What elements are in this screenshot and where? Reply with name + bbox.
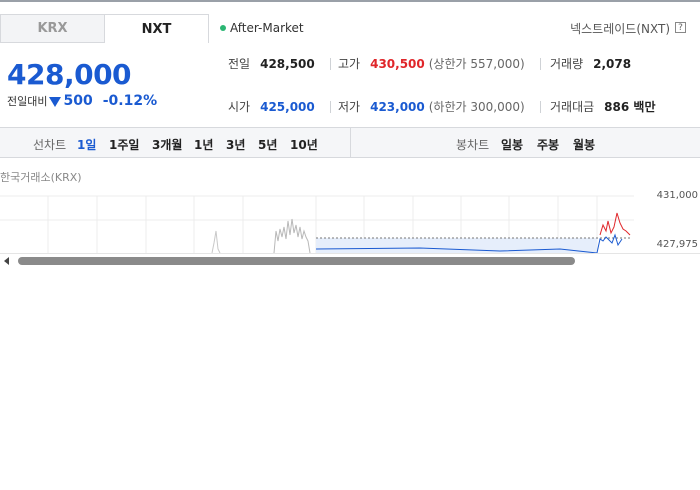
period-5y[interactable]: 5년 (258, 136, 277, 153)
period-3m[interactable]: 3개월 (152, 136, 182, 153)
stock-quote-widget: KRX NXT After-Market 넥스트레이드(NXT) ? 428,0… (0, 2, 700, 268)
help-icon[interactable]: ? (675, 22, 686, 33)
divider (540, 58, 541, 70)
stat-volume: 거래량 2,078 (550, 55, 631, 72)
stat-value: 428,500 (260, 57, 315, 71)
down-triangle-icon (49, 96, 62, 107)
stat-open: 시가 425,000 (228, 98, 315, 115)
divider (330, 101, 331, 113)
market-status-label: After-Market (230, 21, 304, 35)
divider (540, 101, 541, 113)
stat-label: 거래량 (550, 57, 584, 71)
period-1w[interactable]: 1주일 (109, 136, 139, 153)
stat-label: 거래대금 (550, 100, 595, 114)
tab-nxt[interactable]: NXT (104, 14, 209, 43)
pre-market-line (211, 230, 221, 253)
stat-value: 430,500 (370, 57, 425, 71)
lower-limit: (하한가 300,000) (428, 100, 525, 114)
divider (330, 58, 331, 70)
upper-limit: (상한가 557,000) (428, 57, 525, 71)
stat-value: 423,000 (370, 100, 425, 114)
divider (350, 128, 351, 157)
stat-prev-close: 전일 428,500 (228, 55, 315, 72)
scroll-left-arrow-icon[interactable] (4, 257, 9, 265)
candle-chart-label: 봉차트 (456, 138, 490, 152)
stat-label: 전일 (228, 57, 251, 71)
stat-label: 시가 (228, 100, 251, 114)
chart-scrollbar[interactable] (0, 253, 700, 268)
scrollbar-thumb[interactable] (18, 257, 575, 265)
period-1y[interactable]: 1년 (194, 136, 213, 153)
change-percent: -0.12% (102, 93, 158, 109)
candle-weekly[interactable]: 주봉 (537, 136, 559, 153)
change-label: 전일대비 (7, 95, 48, 108)
stat-value: 425,000 (260, 100, 315, 114)
current-price: 428,000 (7, 58, 132, 91)
red-price-line (599, 212, 631, 236)
stat-value: 2,078 (593, 57, 632, 71)
stat-value: 886 백만 (604, 100, 656, 114)
market-status: After-Market (220, 21, 304, 35)
tab-krx[interactable]: KRX (0, 14, 105, 43)
chart-period-bar: 선차트 1일 1주일 3개월 1년 3년 5년 10년 봉차트 일봉 주봉 월봉 (0, 127, 700, 158)
period-10y[interactable]: 10년 (290, 136, 318, 153)
exchange-name: 넥스트레이드(NXT) (570, 22, 670, 36)
candle-monthly[interactable]: 월봉 (573, 136, 595, 153)
stat-low: 저가 423,000 (하한가 300,000) (338, 98, 525, 115)
chart-source-label: 한국거래소(KRX) (0, 171, 82, 184)
stat-label: 저가 (338, 100, 361, 114)
gray-price-line (273, 218, 311, 253)
change-amount: 500 (63, 93, 93, 109)
period-3y[interactable]: 3년 (226, 136, 245, 153)
candle-daily[interactable]: 일봉 (501, 136, 523, 153)
status-dot-icon (220, 25, 226, 31)
chart-area-fill (316, 238, 597, 253)
stat-trade-value: 거래대금 886 백만 (550, 98, 655, 115)
price-change: 전일대비 500 -0.12% (7, 93, 157, 109)
stat-label: 고가 (338, 57, 361, 71)
stat-high: 고가 430,500 (상한가 557,000) (338, 55, 525, 72)
line-chart-label: 선차트 (33, 138, 67, 152)
period-1d[interactable]: 1일 (77, 136, 96, 153)
intraday-chart (0, 195, 634, 253)
